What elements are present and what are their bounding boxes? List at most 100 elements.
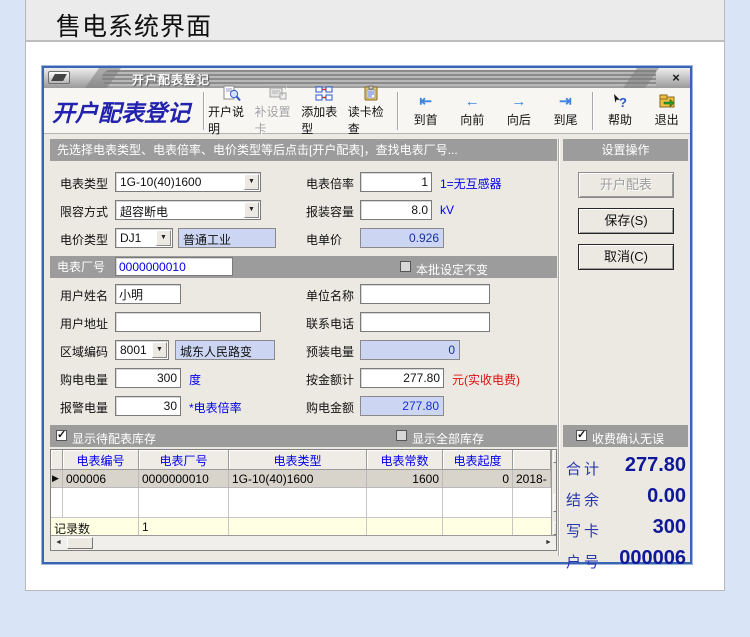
help-button[interactable]: ? 帮助 xyxy=(597,90,644,132)
add-type-icon xyxy=(314,85,334,102)
show-all-checkbox[interactable] xyxy=(396,430,407,441)
go-next-button[interactable]: → 向后 xyxy=(496,90,543,132)
limit-mode-combo[interactable]: 超容断电 xyxy=(115,200,261,220)
scroll-down-icon[interactable]: ▼ xyxy=(553,522,556,535)
cell-meter-type: 1G-10(40)1600 xyxy=(229,470,367,488)
col-meter-type[interactable]: 电表类型 xyxy=(229,450,367,470)
chevron-down-icon[interactable] xyxy=(244,174,259,190)
ratio-hint: 1=无互感器 xyxy=(440,175,502,192)
cell-meter-no: 000006 xyxy=(63,470,139,488)
address-input[interactable] xyxy=(115,312,261,332)
save-button[interactable]: 保存(S) xyxy=(578,208,674,234)
buy-power-input[interactable] xyxy=(115,368,181,388)
area-code-combo[interactable]: 8001 xyxy=(115,340,169,360)
toolbar-separator xyxy=(397,92,399,130)
record-count-label: 记录数 xyxy=(51,517,139,535)
chevron-down-icon[interactable] xyxy=(152,342,167,358)
fee-confirm-checkbox[interactable] xyxy=(576,430,587,441)
cell-date: 2018- xyxy=(513,470,551,488)
go-first-button[interactable]: ⇤ 到首 xyxy=(402,90,449,132)
table-header-row: 电表编号 电表厂号 电表类型 电表常数 电表起度 xyxy=(51,450,551,470)
price-type-combo[interactable]: DJ1 xyxy=(115,228,173,248)
user-name-input[interactable] xyxy=(115,284,181,304)
exit-folder-icon xyxy=(657,93,677,110)
col-meter-start[interactable]: 电表起度 xyxy=(443,450,513,470)
table-horizontal-scrollbar[interactable]: ◄ ► xyxy=(51,535,556,550)
balance-value: 0.00 xyxy=(647,485,686,508)
open-account-config-button[interactable]: 开户配表 xyxy=(578,172,674,198)
toolbar-button-label: 到尾 xyxy=(553,111,577,128)
form-brand-title: 开户配表登记 xyxy=(44,94,200,128)
doc-search-icon xyxy=(221,85,241,102)
show-pending-label: 显示待配表库存 xyxy=(72,430,156,447)
write-card-value: 300 xyxy=(653,516,686,539)
preset-power-value: 0 xyxy=(360,340,460,360)
factory-no-label: 电表厂号 xyxy=(57,260,105,274)
show-all-label: 显示全部库存 xyxy=(412,430,484,447)
chevron-down-icon[interactable] xyxy=(244,202,259,218)
scroll-right-icon[interactable]: ► xyxy=(542,537,555,549)
price-type-value: DJ1 xyxy=(120,231,141,245)
vertical-scroll-thumb[interactable] xyxy=(553,494,556,512)
capacity-input[interactable] xyxy=(360,200,432,220)
col-meter-no[interactable]: 电表编号 xyxy=(63,450,139,470)
table-vertical-scrollbar[interactable]: ▲ ▼ xyxy=(551,450,556,535)
col-factory-no[interactable]: 电表厂号 xyxy=(139,450,229,470)
close-icon[interactable]: × xyxy=(668,70,684,86)
open-account-help-button[interactable]: 开户说明 xyxy=(208,90,255,132)
setup-card-button[interactable]: *+ 补设置卡 xyxy=(255,90,302,132)
last-record-icon: ⇥ xyxy=(559,94,572,110)
preset-power-label: 预装电量 xyxy=(306,343,354,360)
area-code-value: 8001 xyxy=(120,343,147,357)
cancel-button[interactable]: 取消(C) xyxy=(578,244,674,270)
card-plus-icon: *+ xyxy=(268,85,288,102)
cell-factory-no: 0000000010 xyxy=(139,470,229,488)
factory-no-input[interactable] xyxy=(115,257,233,276)
write-card-label: 写卡 xyxy=(566,520,602,541)
meter-type-combo[interactable]: 1G-10(40)1600 xyxy=(115,172,261,192)
show-pending-checkbox[interactable] xyxy=(56,430,67,441)
add-meter-type-button[interactable]: 添加表型 xyxy=(301,90,348,132)
svg-text:+: + xyxy=(283,85,288,92)
meter-stock-table: 电表编号 电表厂号 电表类型 电表常数 电表起度 ▶ 000006 000000… xyxy=(50,449,557,551)
scroll-left-icon[interactable]: ◄ xyxy=(52,537,65,549)
alarm-power-input[interactable] xyxy=(115,396,181,416)
scroll-up-icon[interactable]: ▲ xyxy=(553,450,556,463)
org-name-input[interactable] xyxy=(360,284,490,304)
balance-label: 结余 xyxy=(566,489,602,510)
user-name-label: 用户姓名 xyxy=(60,287,108,304)
org-name-label: 单位名称 xyxy=(306,287,354,304)
go-previous-button[interactable]: ← 向前 xyxy=(449,90,496,132)
col-meter-constant[interactable]: 电表常数 xyxy=(367,450,443,470)
toolbar-button-label: 向后 xyxy=(507,111,531,128)
phone-input[interactable] xyxy=(360,312,490,332)
meter-type-label: 电表类型 xyxy=(60,175,108,192)
horizontal-scroll-thumb[interactable] xyxy=(67,537,93,549)
toolbar-button-label: 补设置卡 xyxy=(255,103,302,137)
buy-power-hint: 度 xyxy=(189,371,201,388)
by-amount-input[interactable] xyxy=(360,368,444,388)
go-last-button[interactable]: ⇥ 到尾 xyxy=(542,90,589,132)
chevron-down-icon[interactable] xyxy=(156,230,171,246)
toolbar-separator xyxy=(592,92,594,130)
toolbar-button-label: 开户说明 xyxy=(208,103,255,137)
batch-fixed-label: 本批设定不变 xyxy=(416,261,488,278)
buy-amount-value: 277.80 xyxy=(360,396,444,416)
ratio-input[interactable] xyxy=(360,172,432,192)
clipboard-icon xyxy=(361,85,381,102)
buy-power-label: 购电电量 xyxy=(60,371,108,388)
row-marker-header xyxy=(51,450,63,470)
toolbar-button-label: 到首 xyxy=(414,111,438,128)
limit-mode-value: 超容断电 xyxy=(120,203,168,220)
toolbar-button-label: 向前 xyxy=(460,111,484,128)
table-row[interactable]: ▶ 000006 0000000010 1G-10(40)1600 1600 0… xyxy=(51,470,551,488)
record-count-value: 1 xyxy=(139,517,229,535)
batch-fixed-checkbox[interactable] xyxy=(400,261,411,272)
exit-button[interactable]: 退出 xyxy=(643,90,690,132)
toolbar-separator xyxy=(203,92,205,130)
price-type-label: 电价类型 xyxy=(60,231,108,248)
register-dialog: 开户配表登记 × 开户配表登记 开户说明 *+ 补设置卡 xyxy=(42,66,692,564)
read-card-check-button[interactable]: 读卡检查 xyxy=(348,90,395,132)
svg-text:*: * xyxy=(281,93,284,100)
alarm-power-label: 报警电量 xyxy=(60,399,108,416)
